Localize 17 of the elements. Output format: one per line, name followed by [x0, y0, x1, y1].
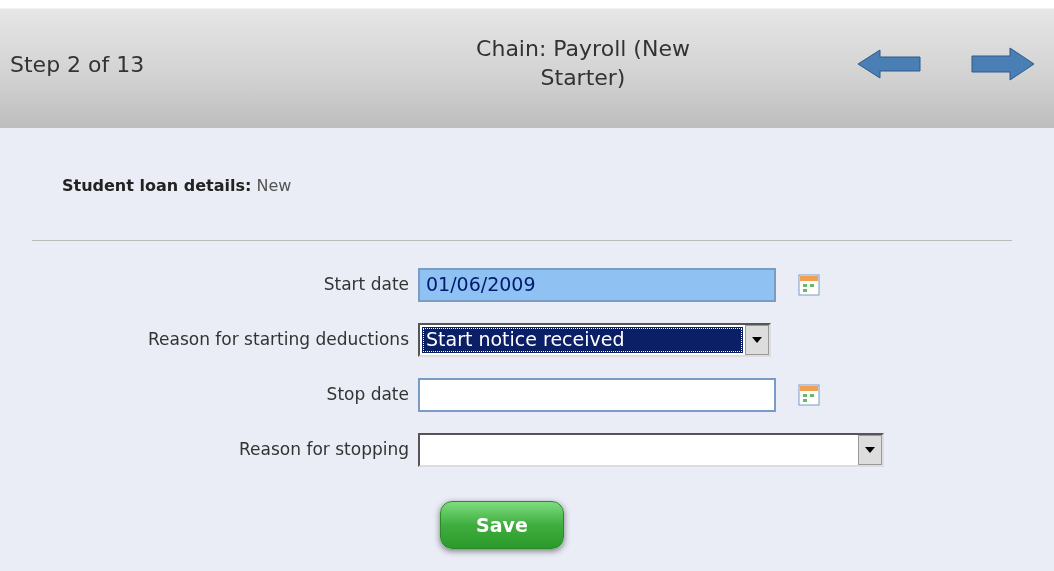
chain-title: Chain: Payroll (New Starter) [475, 35, 691, 92]
dropdown[interactable]: Start notice received [418, 322, 771, 357]
back-arrow-icon[interactable] [856, 48, 922, 80]
forward-arrow-icon[interactable] [970, 46, 1036, 82]
field-label: Start date [322, 272, 410, 296]
calendar-icon[interactable] [798, 383, 820, 406]
step-counter: Step 2 of 13 [10, 50, 146, 79]
field-label: Reason for starting deductions [147, 327, 410, 351]
section-heading: Student loan details: New [62, 176, 292, 195]
field-label: Reason for stopping [238, 437, 410, 461]
dropdown-caret-icon[interactable] [864, 445, 876, 454]
dropdown-caret-icon[interactable] [751, 335, 763, 344]
date-field[interactable]: 01/06/2009 [418, 267, 776, 302]
dropdown[interactable] [418, 432, 884, 467]
field-label: Stop date [325, 382, 410, 406]
calendar-icon[interactable] [798, 273, 820, 296]
date-field[interactable] [418, 377, 776, 412]
